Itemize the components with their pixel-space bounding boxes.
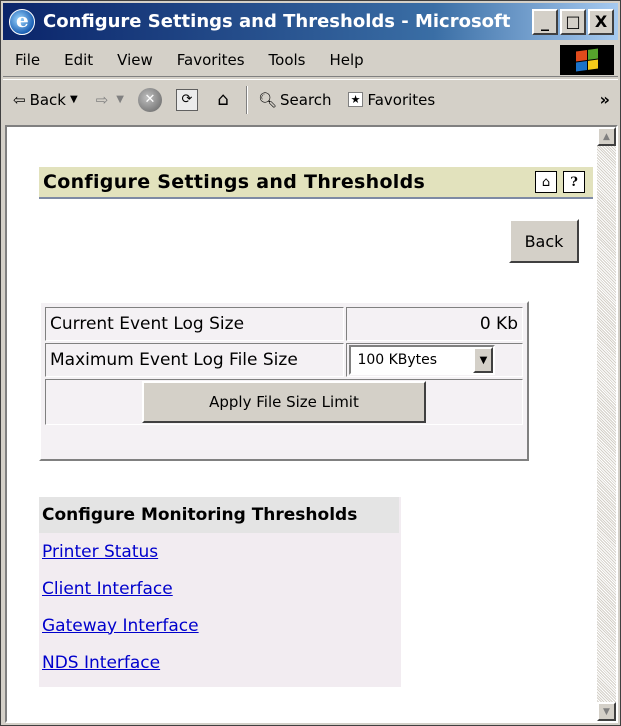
maximize-button[interactable]: □ <box>560 8 586 35</box>
back-arrow-icon: ⇦ <box>13 90 26 109</box>
scroll-up-icon[interactable]: ▲ <box>597 127 616 146</box>
menu-help[interactable]: Help <box>318 51 376 69</box>
windows-logo-icon <box>560 44 614 75</box>
current-log-size-value: 0 Kb <box>346 307 523 341</box>
apply-file-size-limit-button[interactable]: Apply File Size Limit <box>142 381 426 423</box>
home-icon[interactable]: ⌂ <box>535 171 557 193</box>
favorites-label: Favorites <box>367 90 436 109</box>
title-bar[interactable]: Configure Settings and Thresholds - Micr… <box>3 3 618 40</box>
search-button[interactable]: 🔍︎ Search <box>258 91 332 109</box>
forward-nav-button[interactable]: ⇨ ▼ <box>84 91 124 109</box>
close-button[interactable]: X <box>588 8 614 35</box>
table-row: Current Event Log Size 0 Kb <box>45 307 523 341</box>
current-log-size-label: Current Event Log Size <box>45 307 345 341</box>
scroll-down-icon[interactable]: ▼ <box>597 702 616 721</box>
menu-file[interactable]: File <box>3 51 52 69</box>
back-button[interactable]: Back <box>509 219 579 263</box>
monitoring-section-title: Configure Monitoring Thresholds <box>39 497 399 533</box>
page-title: Configure Settings and Thresholds <box>43 171 426 193</box>
back-nav-button[interactable]: ⇦ Back ▼ <box>9 91 78 109</box>
home-icon[interactable]: ⌂ <box>212 89 234 111</box>
menu-edit[interactable]: Edit <box>52 51 105 69</box>
favorites-icon: ★ <box>347 92 364 107</box>
menu-tools[interactable]: Tools <box>257 51 318 69</box>
max-log-size-select[interactable]: 100 KBytes ▼ <box>349 345 496 375</box>
client-interface-link[interactable]: Client Interface <box>39 570 401 607</box>
apply-cell: Apply File Size Limit <box>45 379 523 425</box>
toolbar: ⇦ Back ▼ ⇨ ▼ ✕ ⟳ ⌂ 🔍︎ Search ★ Favorites… <box>3 79 618 119</box>
table-row: Apply File Size Limit <box>45 379 523 425</box>
max-log-size-label: Maximum Event Log File Size <box>45 343 345 377</box>
back-nav-label: Back <box>29 90 66 109</box>
search-label: Search <box>280 90 332 109</box>
window-title: Configure Settings and Thresholds - Micr… <box>43 11 518 32</box>
nds-interface-link[interactable]: NDS Interface <box>39 644 401 681</box>
toolbar-separator <box>245 85 248 114</box>
menu-bar: File Edit View Favorites Tools Help <box>3 43 618 77</box>
favorites-button[interactable]: ★ Favorites <box>347 90 436 109</box>
max-log-size-value: 100 KBytes <box>357 352 438 368</box>
minimize-button[interactable]: _ <box>532 8 558 35</box>
chevron-down-icon: ▼ <box>116 94 124 105</box>
search-icon: 🔍︎ <box>257 90 278 109</box>
max-log-size-cell: 100 KBytes ▼ <box>346 343 523 377</box>
table-row: Maximum Event Log File Size 100 KBytes ▼ <box>45 343 523 377</box>
gateway-interface-link[interactable]: Gateway Interface <box>39 607 401 644</box>
chevron-down-icon[interactable]: ▼ <box>473 347 494 373</box>
forward-arrow-icon: ⇨ <box>95 90 109 109</box>
page-viewport: Configure Settings and Thresholds ⌂ ? Ba… <box>5 125 618 723</box>
printer-status-link[interactable]: Printer Status <box>39 533 401 570</box>
page-header: Configure Settings and Thresholds ⌂ ? <box>39 167 593 199</box>
toolbar-overflow-chevron[interactable]: » <box>600 90 610 109</box>
help-icon[interactable]: ? <box>563 171 585 193</box>
menu-view[interactable]: View <box>105 51 165 69</box>
page-content: Configure Settings and Thresholds ⌂ ? Ba… <box>7 127 597 721</box>
internet-explorer-icon <box>9 8 35 35</box>
stop-icon[interactable]: ✕ <box>137 87 162 112</box>
browser-window: Configure Settings and Thresholds - Micr… <box>0 0 621 726</box>
chevron-down-icon: ▼ <box>70 94 78 105</box>
event-log-settings: Current Event Log Size 0 Kb Maximum Even… <box>39 301 529 461</box>
vertical-scrollbar[interactable]: ▲ ▼ <box>597 127 616 721</box>
refresh-icon[interactable]: ⟳ <box>175 88 198 111</box>
menu-favorites[interactable]: Favorites <box>165 51 257 69</box>
monitoring-thresholds-panel: Configure Monitoring Thresholds Printer … <box>39 497 401 687</box>
